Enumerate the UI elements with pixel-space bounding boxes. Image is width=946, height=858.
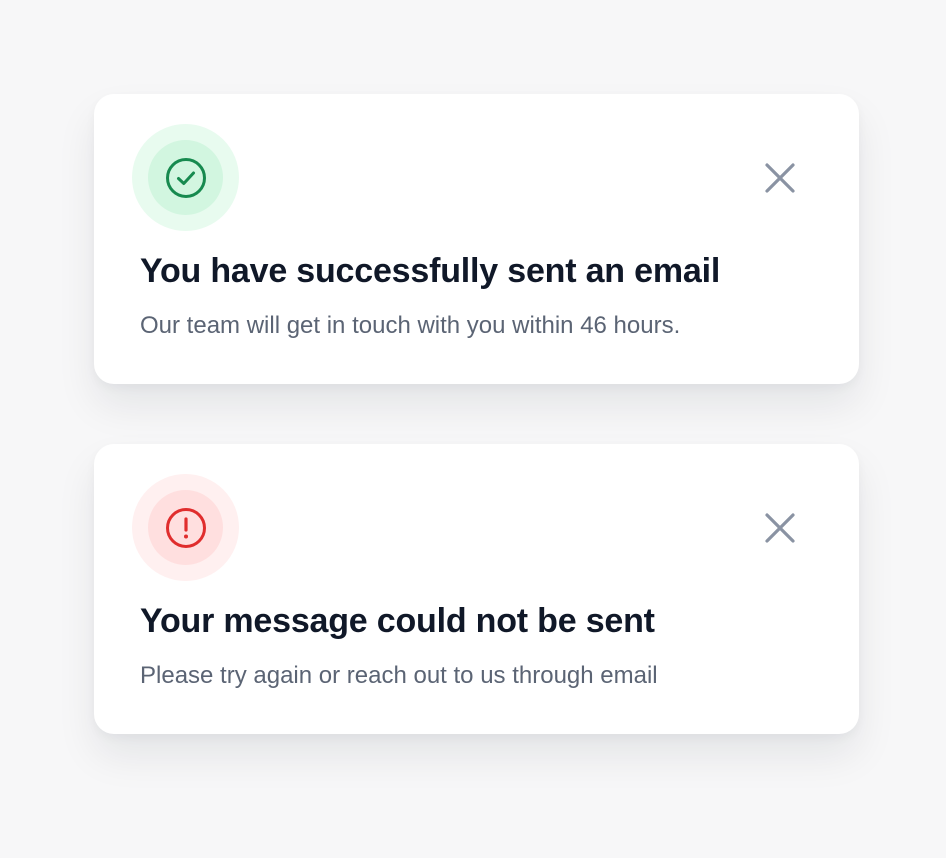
check-circle-icon — [165, 157, 206, 198]
toast-title: You have successfully sent an email — [140, 252, 721, 290]
toast-message: Our team will get in touch with you with… — [140, 312, 681, 339]
alert-circle-icon — [165, 507, 206, 548]
close-icon — [765, 513, 795, 543]
toast-message: Please try again or reach out to us thro… — [140, 662, 658, 689]
error-toast: Your message could not be sent Please tr… — [94, 444, 859, 734]
close-icon — [765, 163, 795, 193]
error-icon-badge — [132, 474, 239, 581]
close-button[interactable] — [756, 154, 804, 202]
toast-title: Your message could not be sent — [140, 602, 655, 640]
success-toast: You have successfully sent an email Our … — [94, 94, 859, 384]
success-icon-badge — [132, 124, 239, 231]
close-button[interactable] — [756, 504, 804, 552]
